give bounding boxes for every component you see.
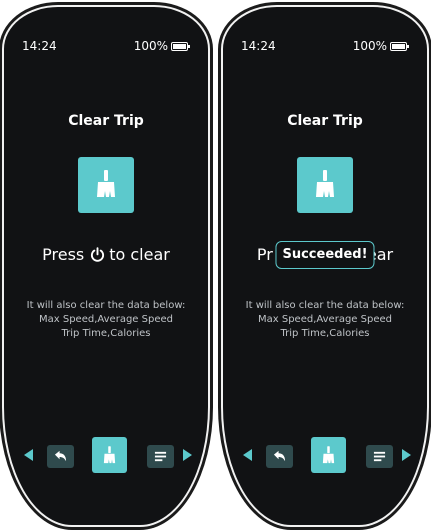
press-label: Press xyxy=(42,245,85,264)
clear-button[interactable] xyxy=(311,437,346,473)
battery-icon xyxy=(390,42,409,51)
battery-level: 100% xyxy=(133,39,168,53)
menu-icon xyxy=(373,451,386,462)
info-line: Max Speed,Average Speed xyxy=(39,314,173,325)
broom-icon xyxy=(316,170,334,197)
back-button[interactable] xyxy=(47,445,74,468)
success-toast: Succeeded! xyxy=(275,241,375,269)
info-line: It will also clear the data below: xyxy=(26,300,186,311)
back-button[interactable] xyxy=(266,445,293,468)
nav-right-arrow-icon[interactable] xyxy=(402,449,411,461)
nav-left-arrow-icon[interactable] xyxy=(243,449,252,461)
bottom-nav xyxy=(223,437,427,473)
info-line: It will also clear the data below: xyxy=(245,300,405,311)
back-arrow-icon xyxy=(273,450,286,462)
clear-button[interactable] xyxy=(92,437,127,473)
power-icon xyxy=(91,247,105,262)
device-screen-after: 14:24 100% Clear Trip Pr ear Succeeded! I… xyxy=(221,5,429,527)
battery-icon xyxy=(171,42,190,51)
broom-icon xyxy=(103,446,116,464)
nav-right-arrow-icon[interactable] xyxy=(183,449,192,461)
clear-trip-tile[interactable] xyxy=(297,157,353,213)
status-bar: 14:24 100% xyxy=(241,39,413,55)
battery-level: 100% xyxy=(352,39,387,53)
status-time: 14:24 xyxy=(22,39,57,53)
clear-trip-tile[interactable] xyxy=(78,157,134,213)
status-bar: 14:24 100% xyxy=(22,39,194,55)
menu-button[interactable] xyxy=(147,445,174,468)
press-instruction: Press to clear xyxy=(4,245,208,264)
page-title: Clear Trip xyxy=(68,113,144,129)
info-text: It will also clear the data below: Max S… xyxy=(223,299,427,341)
info-line: Max Speed,Average Speed xyxy=(258,314,392,325)
info-line: Trip Time,Calories xyxy=(280,328,370,339)
press-label: Pr xyxy=(256,245,273,264)
info-line: Trip Time,Calories xyxy=(61,328,151,339)
device-screen-before: 14:24 100% Clear Trip Press to clear It … xyxy=(2,5,210,527)
page-title: Clear Trip xyxy=(287,113,363,129)
broom-icon xyxy=(97,170,115,197)
menu-icon xyxy=(154,451,167,462)
back-arrow-icon xyxy=(54,450,67,462)
nav-left-arrow-icon[interactable] xyxy=(24,449,33,461)
menu-button[interactable] xyxy=(366,445,393,468)
info-text: It will also clear the data below: Max S… xyxy=(4,299,208,341)
status-time: 14:24 xyxy=(241,39,276,53)
clear-label: to clear xyxy=(109,245,170,264)
broom-icon xyxy=(322,446,335,464)
bottom-nav xyxy=(4,437,208,473)
